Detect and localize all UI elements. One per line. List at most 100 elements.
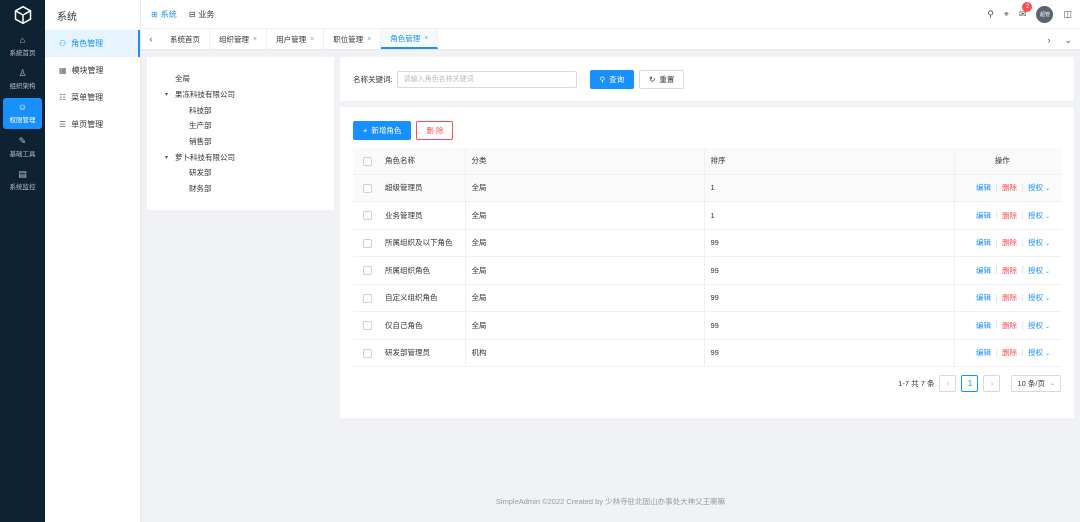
edit-link[interactable]: 编辑 xyxy=(976,320,991,331)
reset-button[interactable]: ↻ 重置 xyxy=(639,69,685,89)
chevron-down-icon: ⌄ xyxy=(1044,351,1050,358)
monitor-icon: ▤ xyxy=(18,169,27,179)
delete-link[interactable]: 删除 xyxy=(1002,265,1017,276)
close-icon[interactable]: × xyxy=(310,36,314,43)
divider xyxy=(995,348,997,357)
tab-label: 组织管理 xyxy=(219,34,249,44)
search-icon[interactable]: ⚲ xyxy=(987,9,994,20)
tree-node[interactable]: 科技部 xyxy=(147,102,334,118)
rail-item[interactable]: ▤ 系统监控 xyxy=(0,164,45,197)
delete-link[interactable]: 删除 xyxy=(1002,347,1017,358)
logo-cube-icon[interactable] xyxy=(0,0,45,30)
top-nav-item[interactable]: ⊟ 业务 xyxy=(189,9,215,20)
tree-node[interactable]: 研发部 xyxy=(147,165,334,181)
add-role-button[interactable]: + 新增角色 xyxy=(353,121,412,140)
submenu-item-label: 角色管理 xyxy=(71,39,104,48)
edit-link[interactable]: 编辑 xyxy=(976,265,991,276)
grant-label: 授权 xyxy=(1027,293,1043,303)
grant-dropdown[interactable]: 授权 ⌄ xyxy=(1028,347,1050,358)
submenu-item[interactable]: ☰ 单页管理 xyxy=(45,111,140,138)
row-checkbox[interactable] xyxy=(363,238,372,248)
row-checkbox[interactable] xyxy=(363,321,372,330)
notification-bell-icon[interactable]: ✉ 2 xyxy=(1019,1,1033,20)
close-icon[interactable]: × xyxy=(424,35,428,42)
edit-link[interactable]: 编辑 xyxy=(976,182,991,193)
close-icon[interactable]: × xyxy=(253,36,257,43)
batch-delete-button[interactable]: 删 除 xyxy=(416,121,454,140)
tabs-menu-chevron-down-icon[interactable]: ⌄ xyxy=(1064,35,1072,46)
tree-node[interactable]: 全局 xyxy=(147,71,334,87)
delete-link[interactable]: 删除 xyxy=(1002,320,1017,331)
tree-node[interactable]: ▾ 萝卜科技有限公司 xyxy=(147,149,334,165)
tabs-scroll-right-icon[interactable]: › xyxy=(1047,35,1050,45)
submenu-item[interactable]: ▦ 模块管理 xyxy=(45,57,140,84)
tab[interactable]: 组织管理 × xyxy=(210,29,268,49)
rail-item[interactable]: ✎ 基础工具 xyxy=(0,131,45,164)
row-actions: 编辑 删除 授权 ⌄ xyxy=(976,292,1050,303)
row-checkbox[interactable] xyxy=(363,293,372,303)
tree-node-label: 销售部 xyxy=(189,137,212,147)
close-icon[interactable]: × xyxy=(367,36,371,43)
tab[interactable]: 职位管理 × xyxy=(324,29,382,49)
grant-dropdown[interactable]: 授权 ⌄ xyxy=(1028,237,1050,248)
tabs-scroll-left-icon[interactable]: ‹ xyxy=(141,29,161,49)
tree-node[interactable]: 财务部 xyxy=(147,181,334,197)
rail-item[interactable]: ⌂ 系統首页 xyxy=(0,30,45,63)
prev-page-button[interactable]: ‹ xyxy=(939,375,957,392)
delete-link[interactable]: 删除 xyxy=(1002,292,1017,303)
divider xyxy=(995,266,997,275)
edit-link[interactable]: 编辑 xyxy=(976,237,991,248)
table-row: 仅自己角色 全局 99 编辑 删除 授权 ⌄ xyxy=(353,311,1062,340)
edit-link[interactable]: 编辑 xyxy=(976,347,991,358)
tab[interactable]: 角色管理 × xyxy=(381,29,439,49)
row-checkbox[interactable] xyxy=(363,348,372,358)
grant-dropdown[interactable]: 授权 ⌄ xyxy=(1028,182,1050,193)
top-nav-item[interactable]: ⊞ 系统 xyxy=(151,9,177,20)
grant-dropdown[interactable]: 授权 ⌄ xyxy=(1028,320,1050,331)
org-chart-icon: ♙ xyxy=(18,68,27,78)
submenu-item[interactable]: ⚇ 角色管理 xyxy=(45,30,140,57)
rail-item[interactable]: ☺ 权限管理 xyxy=(3,98,42,129)
delete-link[interactable]: 删除 xyxy=(1002,182,1017,193)
cell-role-name: 研发部管理员 xyxy=(375,339,465,367)
tree-node[interactable]: 销售部 xyxy=(147,134,334,150)
row-checkbox[interactable] xyxy=(363,211,372,220)
fullscreen-icon[interactable]: ⌖ xyxy=(1004,9,1009,20)
delete-link[interactable]: 删除 xyxy=(1002,210,1017,221)
header-actions: 操作 xyxy=(953,148,1062,175)
tab[interactable]: 用户管理 × xyxy=(267,29,325,49)
divider xyxy=(1021,266,1023,275)
tree-toggle-icon[interactable]: ▾ xyxy=(165,91,173,98)
page-number-button[interactable]: 1 xyxy=(961,375,979,392)
rail-item[interactable]: ♙ 组织架构 xyxy=(0,63,45,96)
page-size-select[interactable]: 10 条/页 ⌄ xyxy=(1011,375,1061,392)
grant-dropdown[interactable]: 授权 ⌄ xyxy=(1028,265,1050,276)
keyword-search-input[interactable] xyxy=(396,70,577,88)
cell-category: 全局 xyxy=(464,201,704,230)
query-button[interactable]: ⚲ 查询 xyxy=(589,69,635,89)
avatar[interactable]: 超管 xyxy=(1036,5,1054,23)
cell-sort: 99 xyxy=(703,256,954,285)
layout-toggle-icon[interactable]: ◫ xyxy=(1063,9,1072,20)
cell-category: 全局 xyxy=(464,284,704,312)
next-page-button[interactable]: › xyxy=(983,375,1001,392)
edit-link[interactable]: 编辑 xyxy=(976,292,991,303)
tree-node[interactable]: 生产部 xyxy=(147,118,334,134)
header-category: 分类 xyxy=(464,148,704,175)
tree-toggle-icon[interactable]: ▾ xyxy=(165,154,173,161)
row-checkbox[interactable] xyxy=(363,183,372,193)
grant-dropdown[interactable]: 授权 ⌄ xyxy=(1028,210,1050,221)
select-all-checkbox[interactable] xyxy=(363,156,372,166)
edit-link[interactable]: 编辑 xyxy=(976,210,991,221)
submenu-item[interactable]: ☷ 菜单管理 xyxy=(45,84,140,111)
footer-copyright: SimpleAdmin ©2022 Created by 少林寺驻北固山办事处大… xyxy=(495,497,726,506)
grant-dropdown[interactable]: 授权 ⌄ xyxy=(1028,292,1050,303)
tree-node[interactable]: ▾ 果冻科技有限公司 xyxy=(147,87,334,103)
delete-link[interactable]: 删除 xyxy=(1002,237,1017,248)
tree-node-label: 研发部 xyxy=(189,168,212,178)
row-checkbox[interactable] xyxy=(363,266,372,275)
tab[interactable]: 系统首页 xyxy=(161,29,210,49)
module-icon: ▦ xyxy=(59,66,67,75)
plus-icon: + xyxy=(363,126,368,135)
table-header-row: 角色名称 分类 排序 操作 xyxy=(353,148,1062,175)
